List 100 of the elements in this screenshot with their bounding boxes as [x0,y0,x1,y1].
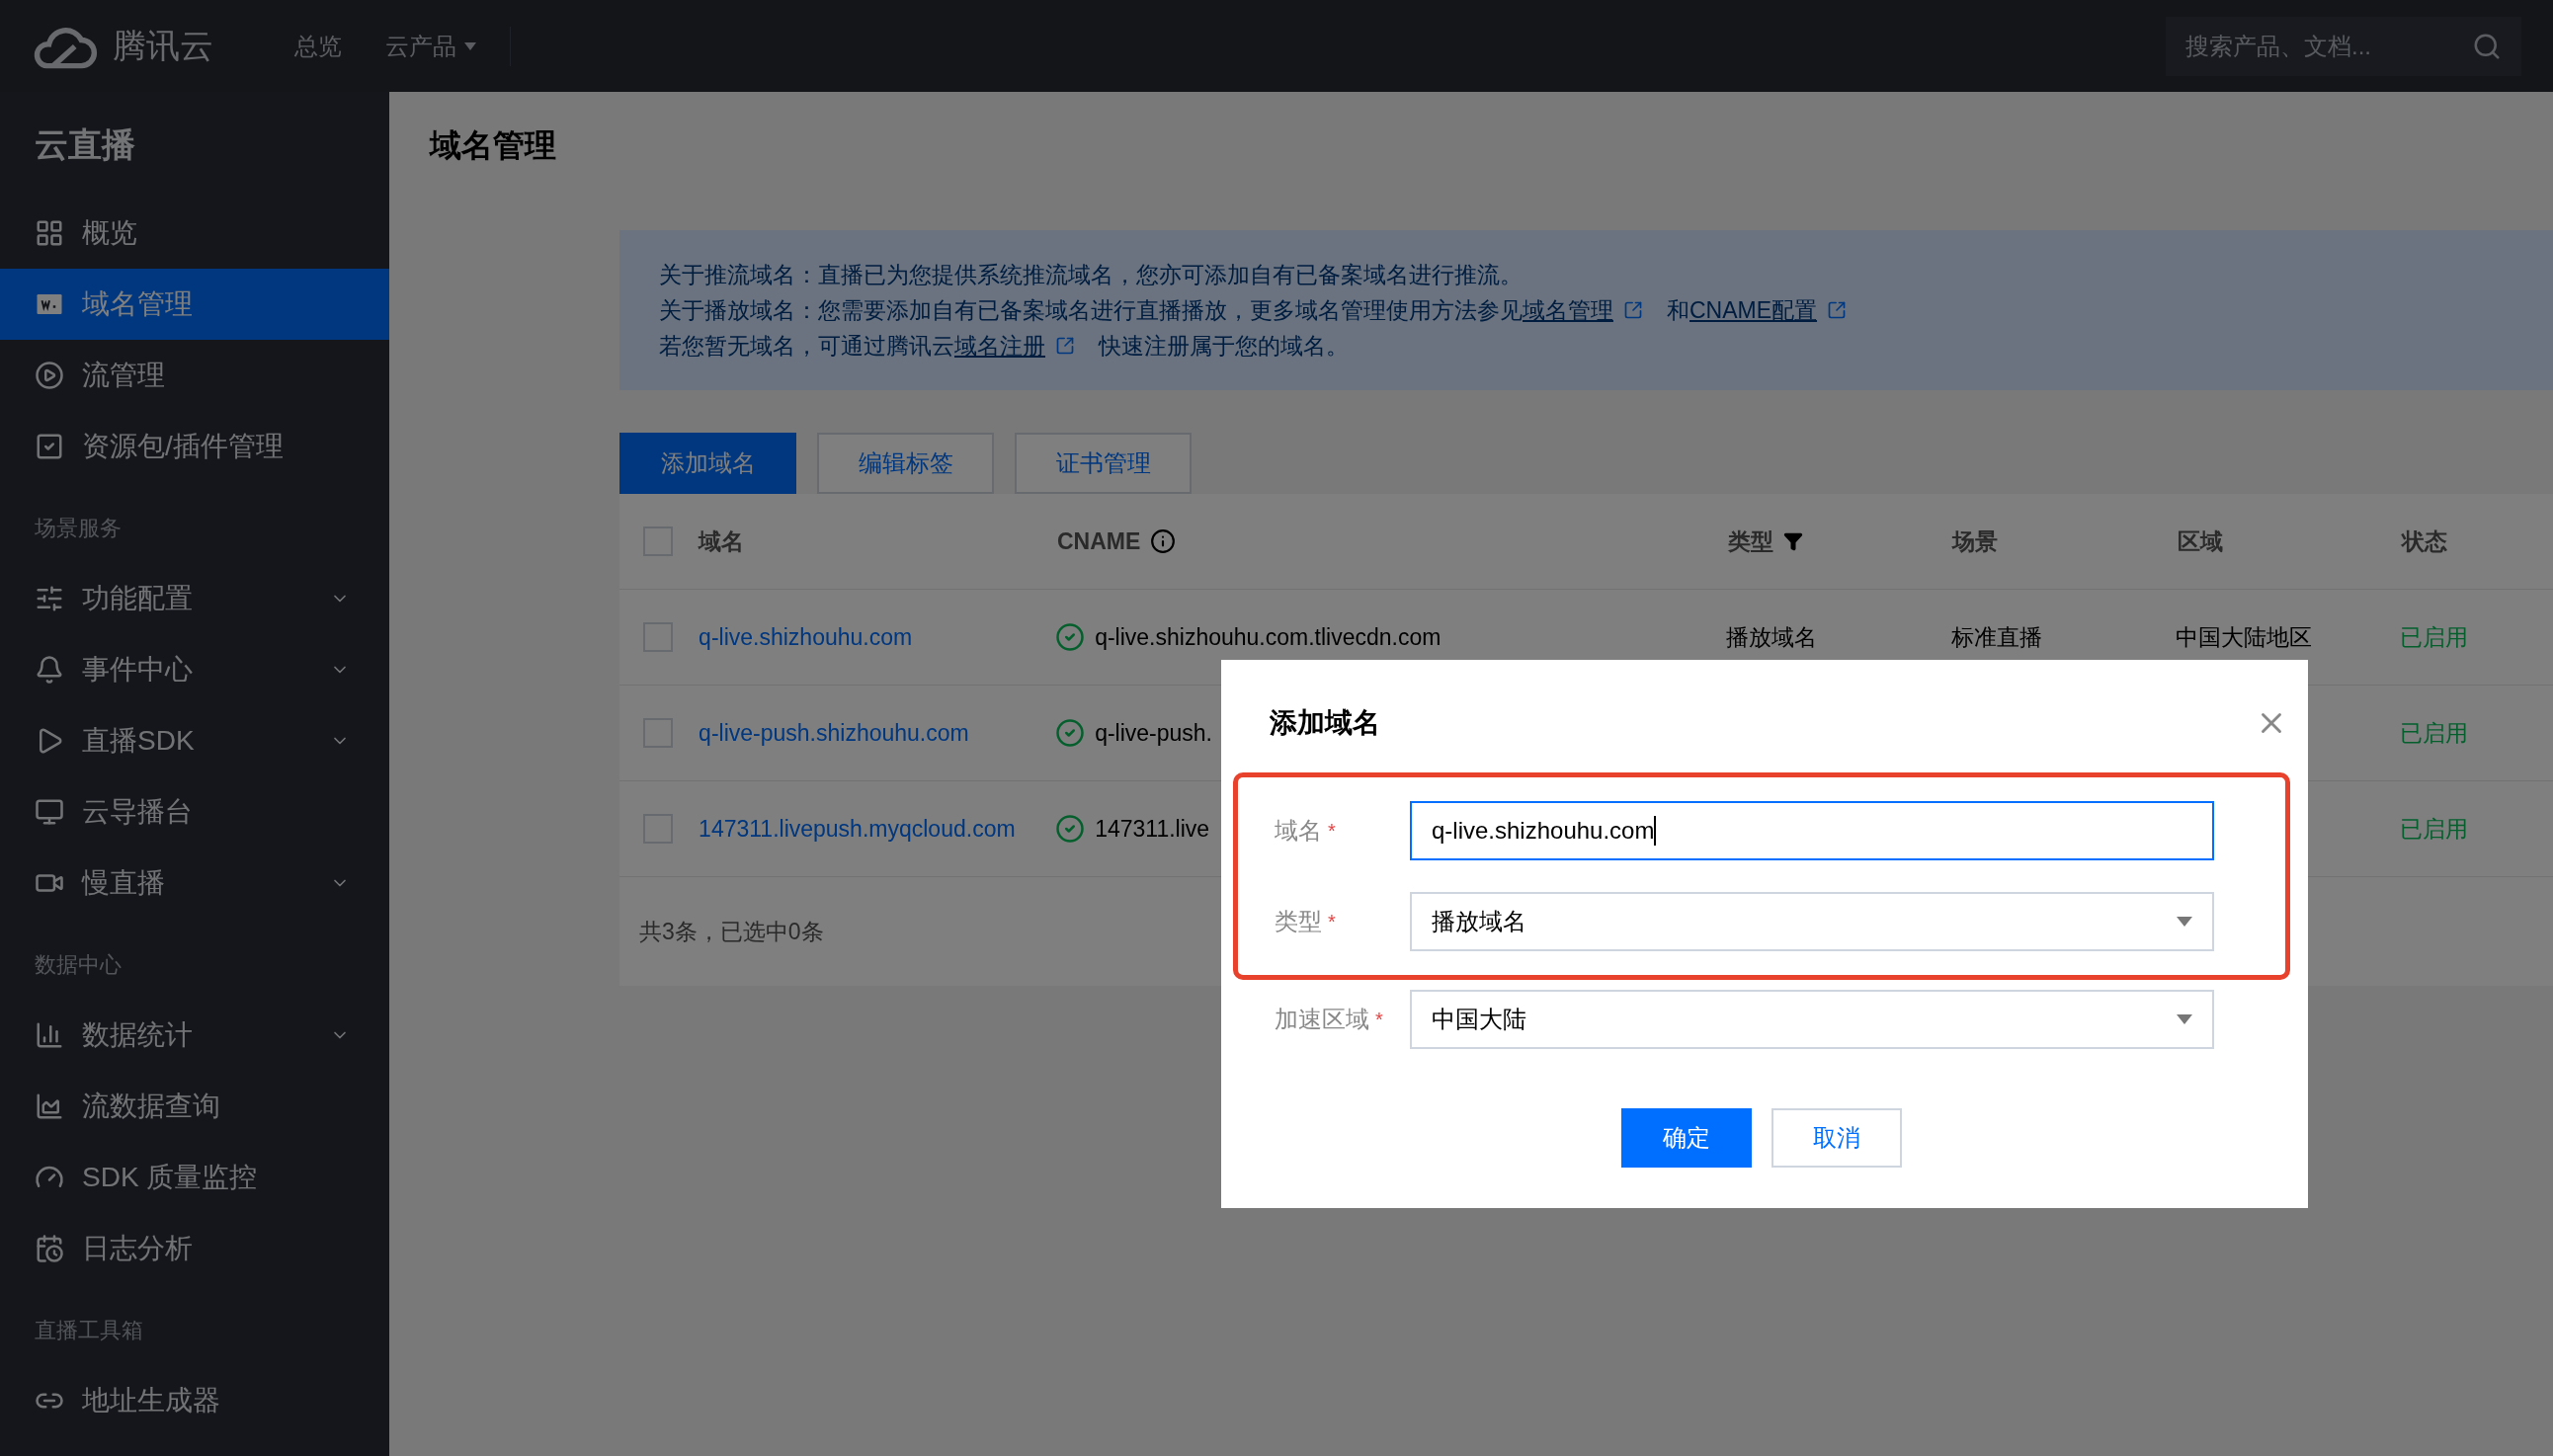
brand-name: 腾讯云 [113,26,214,66]
check-circle-icon [1055,814,1086,844]
page-title: 域名管理 [430,125,556,165]
check-circle-icon [1055,622,1086,652]
sidebar-item-label: 直播SDK [82,724,196,758]
toolbar-button[interactable]: 编辑标签 [817,433,994,494]
select-field[interactable]: 中国大陆 [1410,990,2214,1049]
required-mark: * [1375,1008,1383,1032]
domain-link[interactable]: q-live.shizhouhu.com [699,624,913,650]
domain-link[interactable]: 147311.livepush.myqcloud.com [699,816,1016,842]
info-icon [1150,528,1177,554]
sidebar-item-label: 流数据查询 [82,1090,221,1123]
nav-link[interactable]: 云产品 [375,28,486,64]
cname-text: q-live.shizhouhu.com.tlivecdn.com [1095,622,1441,652]
sidebar-item-label: 域名管理 [82,287,194,321]
column-header: 类型 [1728,526,1774,556]
toolbar-button[interactable]: 证书管理 [1015,433,1192,494]
external-link-icon [1623,300,1643,320]
sidebar-item[interactable]: 流数据查询 [0,1071,389,1142]
cname-text: q-live-push. [1095,718,1212,748]
confirm-button[interactable]: 确定 [1621,1108,1752,1168]
status-text: 已启用 [2400,719,2469,746]
sidebar-item-label: 云导播台 [82,795,194,829]
external-link-icon [1055,336,1075,356]
sidebar-item[interactable]: 概览 [0,198,389,269]
table-cell: 标准直播 [1950,623,2042,650]
notice-link[interactable]: 域名管理 [1523,297,1613,323]
toolbar-button[interactable]: 添加域名 [619,433,796,494]
caret-icon [2177,917,2192,927]
field-label: 类型 [1275,907,1322,936]
sidebar-item[interactable]: 云导播台 [0,776,389,848]
section-heading: 场景服务 [34,514,123,542]
sidebar-item-label: 功能配置 [82,582,194,615]
sidebar-item-label: SDK 质量监控 [82,1161,259,1194]
sidebar-item[interactable]: 数据统计 [0,1000,389,1071]
sidebar-item[interactable]: 直播SDK [0,705,389,776]
nav-link[interactable]: 总览 [285,28,352,64]
required-mark: * [1328,910,1336,934]
sidebar-item[interactable]: 功能配置 [0,563,389,634]
notice-text: 关于播放域名：您需要添加自有已备案域名进行直播播放，更多域名管理使用方法参见域名管理 和CNAME配置 [659,293,2553,327]
sidebar-item-label: 日志分析 [82,1232,194,1265]
text-cursor [1654,816,1657,846]
sidebar-title: 云直播 [34,124,136,165]
sidebar-item[interactable]: SDK 质量监控 [0,1142,389,1213]
table-cell: 播放域名 [1726,623,1818,650]
notice-link[interactable]: 域名注册 [954,333,1045,359]
column-header: 区域 [2177,526,2223,556]
row-checkbox[interactable] [643,718,674,748]
sidebar-item[interactable]: 事件中心 [0,634,389,705]
column-header: 状态 [2402,526,2448,556]
column-header: CNAME [1056,526,1141,556]
select-value: 播放域名 [1432,907,1527,936]
sidebar-item[interactable]: 资源包/插件管理 [0,411,389,482]
field-label: 域名 [1275,816,1322,846]
select-field[interactable]: 播放域名 [1410,892,2214,951]
select-value: 中国大陆 [1432,1005,1527,1034]
status-text: 已启用 [2400,623,2469,650]
select-all-checkbox[interactable] [643,526,674,556]
domain-link[interactable]: q-live-push.shizhouhu.com [699,720,969,746]
field-label: 加速区域 [1275,1005,1369,1034]
cancel-button[interactable]: 取消 [1771,1108,1902,1168]
bar-chart-icon [35,1020,64,1050]
column-header: 场景 [1952,526,1999,556]
grid-icon [35,218,64,248]
caret-icon [2177,1014,2192,1024]
row-checkbox[interactable] [643,622,674,652]
sidebar-item-label: 流管理 [82,359,166,392]
caret-icon [464,41,476,50]
sidebar-item[interactable]: 日志分析 [0,1213,389,1284]
search-field[interactable]: 搜索产品、文档... [2166,16,2521,76]
domain-input-field[interactable]: q-live.shizhouhu.com [1410,801,2214,860]
sidebar-item-label: 数据统计 [82,1018,194,1052]
sidebar-item-label: 地址生成器 [82,1384,221,1417]
play-circle-icon [35,361,64,390]
table-cell: 中国大陆地区 [2175,623,2312,650]
dialog-title: 添加域名 [1270,706,1380,740]
section-heading: 数据中心 [34,950,123,979]
row-checkbox[interactable] [643,814,674,844]
sidebar-item[interactable]: 流管理 [0,340,389,411]
input-value: q-live.shizhouhu.com [1432,816,1655,846]
sidebar-item-label: 事件中心 [82,653,194,687]
check-circle-icon [1055,718,1086,748]
table-footer-text: 共3条，已选中0条 [639,917,824,946]
inbox-icon [35,432,64,461]
external-link-icon [1827,300,1848,320]
column-header: 域名 [699,526,745,556]
notice-text: 若您暂无域名，可通过腾讯云域名注册 快速注册属于您的域名。 [659,332,1350,361]
sidebar-item[interactable]: 慢直播 [0,848,389,919]
notice-text: 关于推流域名：直播已为您提供系统推流域名，您亦可添加自有已备案域名进行推流。 [659,261,1524,289]
bell-icon [35,655,64,685]
sidebar-item[interactable]: 域名管理 [0,269,389,340]
sidebar-item-label: 概览 [82,216,138,250]
notice-link[interactable]: CNAME配置 [1689,297,1818,323]
calendar-icon [35,1234,64,1263]
sidebar-item[interactable]: 地址生成器 [0,1365,389,1436]
status-text: 已启用 [2400,815,2469,842]
sidebar-item-label: 资源包/插件管理 [82,430,285,463]
sidebar-item-label: 慢直播 [82,866,166,900]
filter-icon [1783,531,1804,551]
required-mark: * [1328,819,1336,844]
